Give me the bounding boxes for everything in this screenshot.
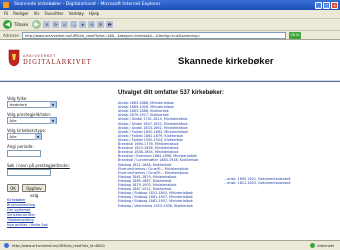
clear-selection-button[interactable]: Opphev valg xyxy=(22,184,46,198)
search-icon[interactable]: 🔍 xyxy=(70,21,78,28)
address-label: Adresse xyxy=(3,32,19,38)
book-type-select[interactable]: Alle ▼ xyxy=(7,133,42,140)
results-heading: Utvalget ditt omfatter 537 kirkebøker: xyxy=(118,90,225,96)
minimize-button[interactable]: _ xyxy=(315,1,322,9)
refresh-icon[interactable]: ⟳ xyxy=(52,21,60,28)
search-label: Søk i navn på prestegjeld/sokn: xyxy=(7,163,70,168)
status-text: http://www.arkivverket.no/URN:kb_read?id… xyxy=(12,243,106,248)
period-input[interactable] xyxy=(7,150,41,157)
go-button[interactable]: Gå til xyxy=(288,31,301,39)
county-select-value: Hedmark xyxy=(9,102,27,107)
page-title: Skannede kirkebøker xyxy=(178,56,274,67)
chevron-down-icon: ▼ xyxy=(50,118,56,124)
parish-select[interactable]: Alle ▼ xyxy=(7,117,57,124)
chevron-down-icon: ▼ xyxy=(50,102,56,108)
menu-help[interactable]: Hjelp xyxy=(89,10,99,18)
security-zone: Internett xyxy=(310,243,334,248)
header-divider xyxy=(0,81,340,82)
list-item[interactable]: ...ensb. 1821-1853, Dokumentprotokoll xyxy=(224,181,291,185)
status-bar: http://www.arkivverket.no/URN:kb_read?id… xyxy=(0,240,340,250)
history-icon[interactable]: ⟲ xyxy=(88,21,96,28)
menu-favorites[interactable]: Favoritter xyxy=(44,10,63,18)
toolbar: ◀ Tilbake ▶ ✕ ⟳ ⌂ 🔍 ★ ⟲ ✉ 🖶 xyxy=(0,18,340,30)
web-page: ARKIVVERKET DIGITALARKIVET Skannede kirk… xyxy=(0,40,340,240)
menu-view[interactable]: Vis xyxy=(34,10,40,18)
maximize-button[interactable]: □ xyxy=(323,1,330,9)
period-label: Angi periode: xyxy=(7,144,34,149)
county-select[interactable]: Hedmark ▼ xyxy=(7,101,57,108)
coat-of-arms-icon xyxy=(8,49,20,67)
menu-tools[interactable]: Verktøy xyxy=(69,10,84,18)
window-controls: _ □ × xyxy=(315,1,338,9)
list-item[interactable]: Eidskog / Vestmarka 1923-1938, Klokkerbo… xyxy=(118,204,193,208)
page-header: ARKIVVERKET DIGITALARKIVET Skannede kirk… xyxy=(0,40,340,81)
page-icon xyxy=(4,243,9,248)
globe-icon xyxy=(310,243,316,248)
address-input[interactable]: http://www.arkivverket.no/URN:kb_read?fy… xyxy=(21,31,286,39)
parish-search-input[interactable] xyxy=(7,169,51,176)
address-bar: Adresse http://www.arkivverket.no/URN:kb… xyxy=(0,30,340,40)
close-button[interactable]: × xyxy=(331,1,338,9)
browser-icon xyxy=(3,2,9,8)
filter-sidebar: Velg fylke: Hedmark ▼ Velg prestegjeld/s… xyxy=(0,84,113,239)
parish-select-value: Alle xyxy=(9,118,17,123)
link-feedback[interactable]: Tilbakemelding xyxy=(7,218,34,222)
link-church-books[interactable]: Kirkebøker xyxy=(7,198,26,202)
forward-button[interactable]: ▶ xyxy=(32,20,42,29)
window-title: Skannede kirkebøker - Digitalarkivet - M… xyxy=(14,2,161,7)
logo-subtitle: ARKIVVERKET xyxy=(23,54,57,58)
menu-bar: Fil Rediger Vis Favoritter Verktøy Hjelp xyxy=(0,10,340,18)
results-panel: Utvalget ditt omfatter 537 kirkebøker: A… xyxy=(118,84,340,239)
favorites-icon[interactable]: ★ xyxy=(79,21,87,28)
book-type-select-value: Alle xyxy=(9,134,17,139)
home-icon[interactable]: ⌂ xyxy=(61,21,69,28)
ok-button[interactable]: OK xyxy=(7,184,19,192)
zone-label: Internett xyxy=(317,243,334,248)
menu-file[interactable]: Fil xyxy=(4,10,8,18)
logo-title[interactable]: DIGITALARKIVET xyxy=(23,59,92,66)
browser-window: Skannede kirkebøker - Digitalarkivet - M… xyxy=(0,0,340,250)
mail-icon[interactable]: ✉ xyxy=(97,21,105,28)
print-icon[interactable]: 🖶 xyxy=(106,21,114,28)
link-writing-rules[interactable]: Skriveforskrifter xyxy=(7,213,35,217)
link-user-guide[interactable]: Bruksveiledning xyxy=(7,203,35,207)
chevron-down-icon: ▼ xyxy=(35,134,41,140)
link-about-system[interactable]: Om systemet xyxy=(7,208,30,212)
link-new-articles[interactable]: Nye artikler i Hefte Sak xyxy=(7,223,48,227)
back-button[interactable]: ◀ xyxy=(3,20,12,29)
title-bar: Skannede kirkebøker - Digitalarkivet - M… xyxy=(0,0,340,10)
back-label[interactable]: Tilbake xyxy=(14,22,28,27)
menu-edit[interactable]: Rediger xyxy=(13,10,28,18)
stop-icon[interactable]: ✕ xyxy=(43,21,51,28)
